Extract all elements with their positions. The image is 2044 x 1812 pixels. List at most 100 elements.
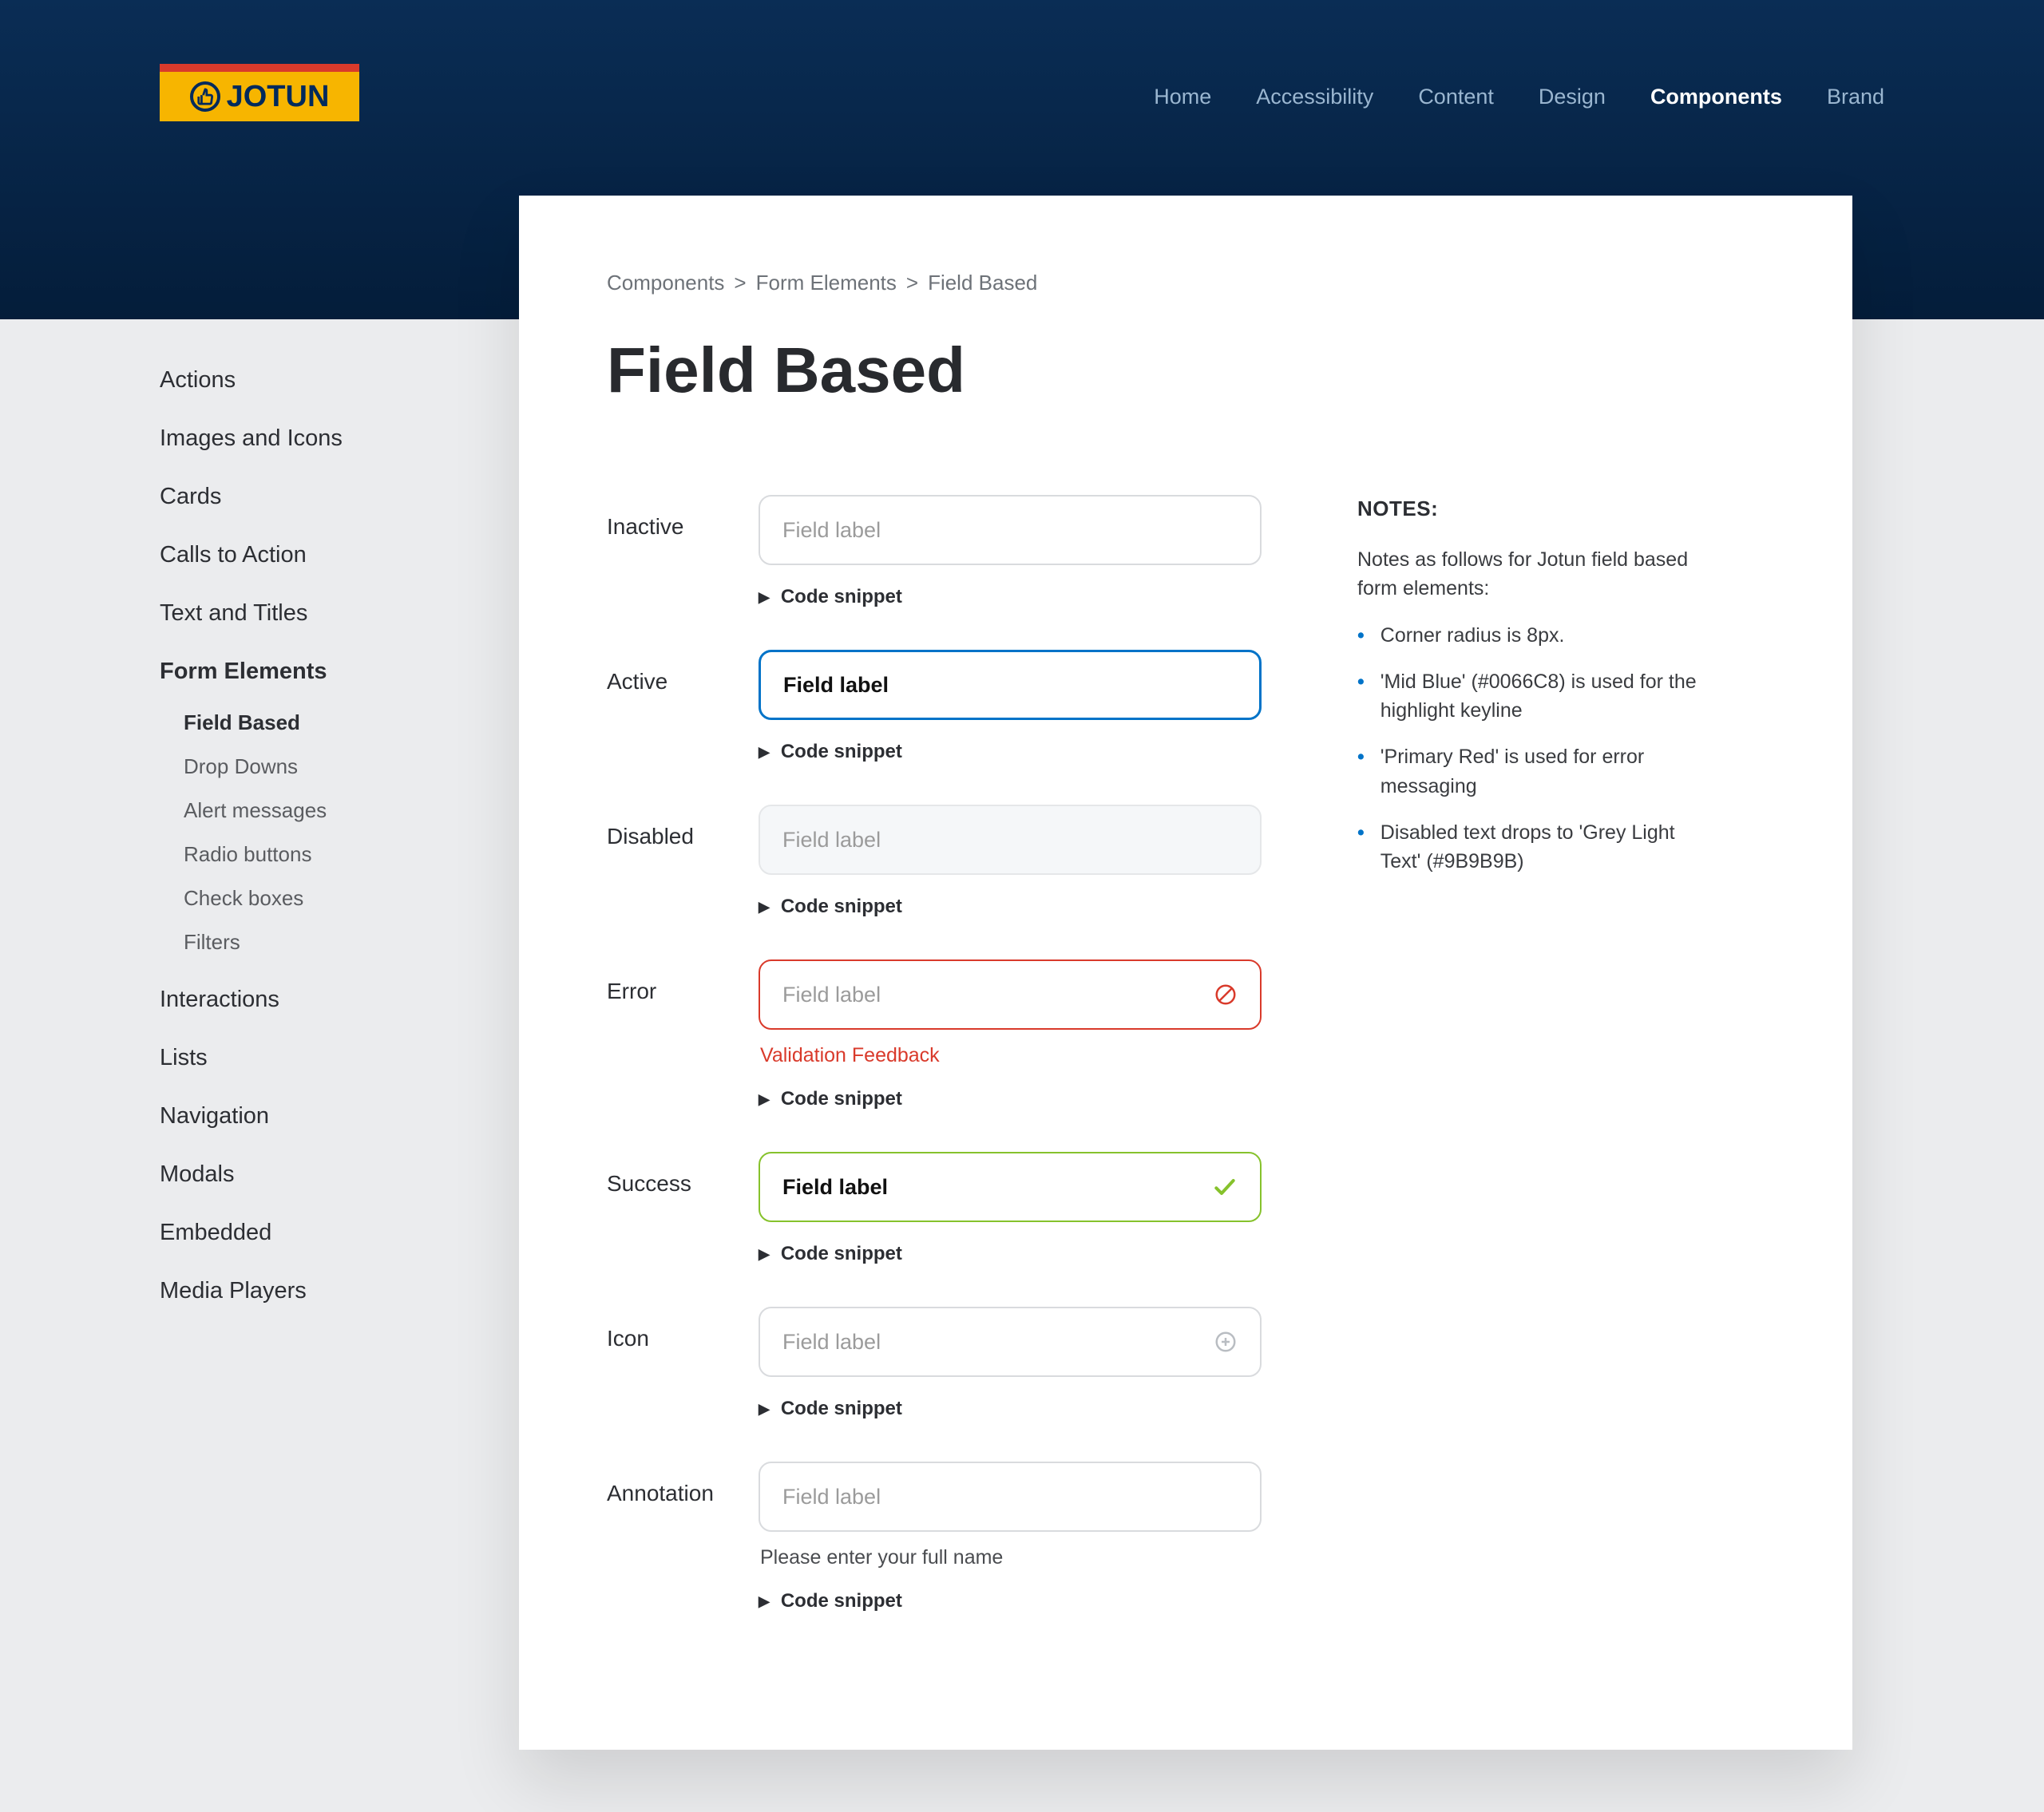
state-label: Success [607, 1152, 759, 1197]
breadcrumb-item[interactable]: Components [607, 271, 724, 295]
breadcrumb-item[interactable]: Form Elements [756, 271, 897, 295]
breadcrumb-item-current: Field Based [928, 271, 1037, 295]
check-icon [1212, 1174, 1238, 1200]
state-label: Icon [607, 1307, 759, 1351]
brand-name: JOTUN [227, 80, 330, 114]
code-snippet-label: Code snippet [781, 586, 902, 608]
code-snippet-toggle[interactable]: ▶ Code snippet [759, 586, 1262, 608]
state-label: Annotation [607, 1462, 759, 1506]
specimen-row: Annotation Field label Please enter your… [607, 1462, 1262, 1612]
field-value: Field label [783, 673, 889, 698]
annotation-text: Please enter your full name [759, 1546, 1262, 1569]
sidebar: Actions Images and Icons Cards Calls to … [160, 367, 471, 1336]
specimen-row: Disabled Field label ▶ Code snippet [607, 805, 1262, 918]
code-snippet-toggle[interactable]: ▶ Code snippet [759, 741, 1262, 763]
sidebar-item-form-elements[interactable]: Form Elements [160, 659, 471, 685]
text-field-success[interactable]: Field label [759, 1152, 1262, 1222]
sidebar-item-embedded[interactable]: Embedded [160, 1220, 471, 1246]
chevron-right-icon: > [906, 271, 918, 295]
sidebar-item-ctas[interactable]: Calls to Action [160, 542, 471, 568]
text-field-annotated[interactable]: Field label [759, 1462, 1262, 1532]
sidebar-item-media-players[interactable]: Media Players [160, 1278, 471, 1304]
state-label: Active [607, 650, 759, 694]
sidebar-item-navigation[interactable]: Navigation [160, 1103, 471, 1130]
triangle-right-icon: ▶ [759, 899, 770, 916]
plus-circle-icon[interactable] [1214, 1330, 1238, 1354]
code-snippet-toggle[interactable]: ▶ Code snippet [759, 1243, 1262, 1265]
triangle-right-icon: ▶ [759, 1401, 770, 1418]
top-nav: Home Accessibility Content Design Compon… [1154, 85, 1884, 109]
code-snippet-label: Code snippet [781, 1243, 902, 1265]
field-value: Field label [782, 1175, 888, 1200]
notes-panel: NOTES: Notes as follows for Jotun field … [1357, 495, 1701, 1654]
sidebar-item-modals[interactable]: Modals [160, 1161, 471, 1188]
specimen-row: Icon Field label [607, 1307, 1262, 1420]
notes-item: Disabled text drops to 'Grey Light Text'… [1380, 818, 1701, 876]
field-placeholder: Field label [782, 1330, 881, 1355]
specimen-row: Active Field label ▶ Code snippet [607, 650, 1262, 763]
bullet-icon: • [1357, 621, 1365, 650]
sidebar-item-actions[interactable]: Actions [160, 367, 471, 394]
prohibited-icon [1214, 983, 1238, 1007]
specimen-row: Error Field label Validation Feedb [607, 959, 1262, 1110]
code-snippet-label: Code snippet [781, 1398, 902, 1420]
nav-content[interactable]: Content [1418, 85, 1494, 109]
code-snippet-label: Code snippet [781, 1590, 902, 1612]
code-snippet-label: Code snippet [781, 741, 902, 763]
nav-components[interactable]: Components [1650, 85, 1782, 109]
field-placeholder: Field label [782, 1485, 881, 1509]
specimen-row: Inactive Field label ▶ Code snippet [607, 495, 1262, 608]
nav-design[interactable]: Design [1539, 85, 1606, 109]
page-title: Field Based [607, 334, 1765, 407]
sidebar-item-interactions[interactable]: Interactions [160, 987, 471, 1013]
notes-item: 'Mid Blue' (#0066C8) is used for the hig… [1380, 667, 1701, 726]
nav-accessibility[interactable]: Accessibility [1256, 85, 1373, 109]
brand-logo[interactable]: JOTUN [160, 64, 359, 121]
code-snippet-label: Code snippet [781, 896, 902, 918]
sidebar-sub-check[interactable]: Check boxes [184, 886, 471, 911]
breadcrumb: Components > Form Elements > Field Based [607, 271, 1765, 295]
notes-intro: Notes as follows for Jotun field based f… [1357, 545, 1701, 603]
field-placeholder: Field label [782, 828, 881, 853]
triangle-right-icon: ▶ [759, 744, 770, 761]
text-field-active[interactable]: Field label [759, 650, 1262, 720]
field-placeholder: Field label [782, 983, 881, 1007]
triangle-right-icon: ▶ [759, 1091, 770, 1108]
notes-title: NOTES: [1357, 497, 1701, 521]
sidebar-item-cards[interactable]: Cards [160, 484, 471, 510]
sidebar-sub-field-based[interactable]: Field Based [184, 710, 471, 735]
triangle-right-icon: ▶ [759, 589, 770, 606]
state-label: Error [607, 959, 759, 1004]
sidebar-item-lists[interactable]: Lists [160, 1045, 471, 1071]
notes-item: 'Primary Red' is used for error messagin… [1380, 742, 1701, 801]
sidebar-sub-radio[interactable]: Radio buttons [184, 842, 471, 867]
state-label: Disabled [607, 805, 759, 849]
sidebar-sub-alert[interactable]: Alert messages [184, 798, 471, 823]
code-snippet-toggle[interactable]: ▶ Code snippet [759, 1398, 1262, 1420]
content-card: Components > Form Elements > Field Based… [519, 196, 1852, 1750]
bullet-icon: • [1357, 818, 1365, 876]
nav-home[interactable]: Home [1154, 85, 1211, 109]
code-snippet-toggle[interactable]: ▶ Code snippet [759, 896, 1262, 918]
bullet-icon: • [1357, 667, 1365, 726]
sidebar-sub-filters[interactable]: Filters [184, 930, 471, 955]
validation-message: Validation Feedback [759, 1044, 1262, 1067]
code-snippet-toggle[interactable]: ▶ Code snippet [759, 1088, 1262, 1110]
sidebar-item-images-icons[interactable]: Images and Icons [160, 425, 471, 452]
nav-brand[interactable]: Brand [1827, 85, 1884, 109]
code-snippet-toggle[interactable]: ▶ Code snippet [759, 1590, 1262, 1612]
sidebar-item-text-titles[interactable]: Text and Titles [160, 600, 471, 627]
text-field-inactive[interactable]: Field label [759, 495, 1262, 565]
triangle-right-icon: ▶ [759, 1593, 770, 1610]
notes-item: Corner radius is 8px. [1380, 621, 1565, 650]
state-label: Inactive [607, 495, 759, 540]
bullet-icon: • [1357, 742, 1365, 801]
sidebar-sub-drop-downs[interactable]: Drop Downs [184, 754, 471, 779]
text-field-disabled: Field label [759, 805, 1262, 875]
text-field-with-icon[interactable]: Field label [759, 1307, 1262, 1377]
code-snippet-label: Code snippet [781, 1088, 902, 1110]
thumbs-up-icon [190, 81, 220, 112]
specimen-row: Success Field label [607, 1152, 1262, 1265]
text-field-error[interactable]: Field label [759, 959, 1262, 1030]
triangle-right-icon: ▶ [759, 1246, 770, 1263]
